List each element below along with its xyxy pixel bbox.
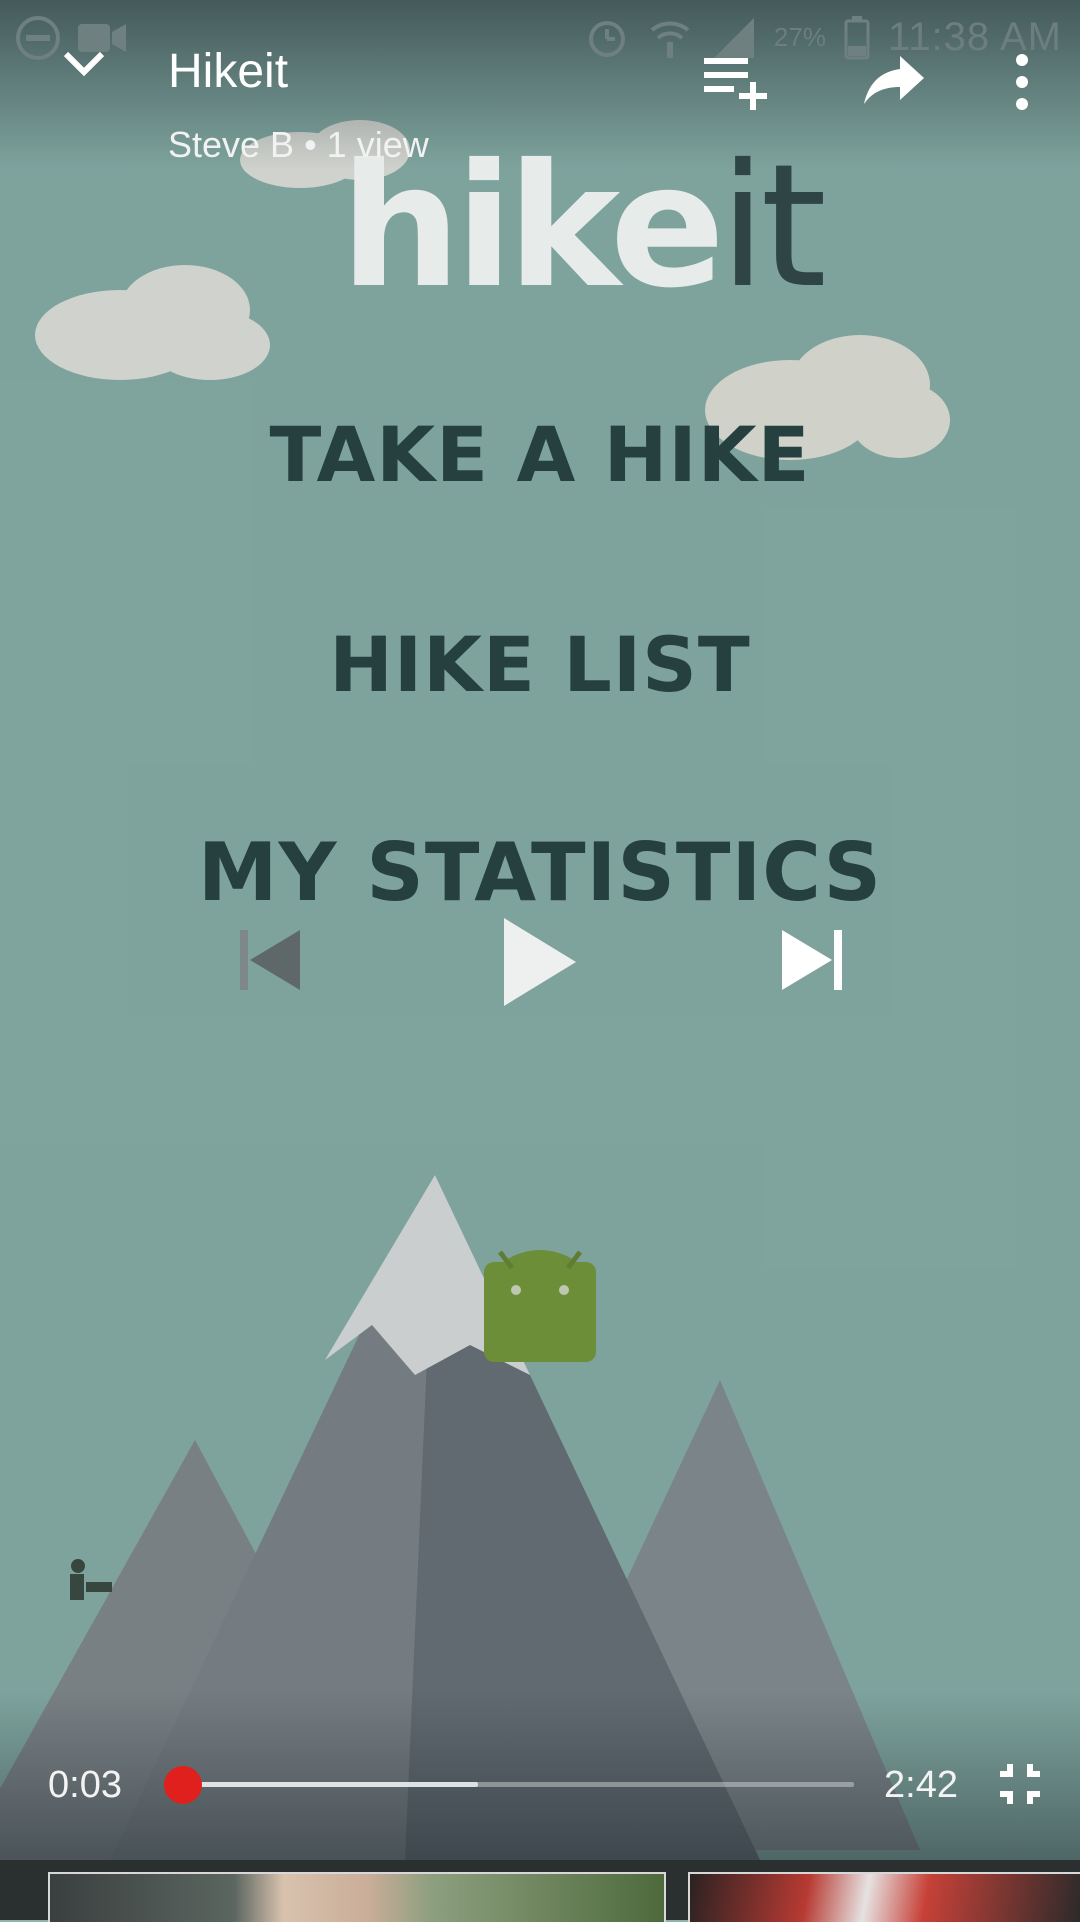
play-icon xyxy=(504,918,576,1006)
collapse-player-button[interactable] xyxy=(52,36,116,92)
alarm-icon xyxy=(588,21,625,57)
video-title: Hikeit xyxy=(168,45,289,98)
seek-thumb[interactable] xyxy=(163,1766,202,1804)
exit-fullscreen-button[interactable] xyxy=(996,1760,1044,1808)
related-video-thumbnail[interactable] xyxy=(48,1872,666,1922)
exit-fullscreen-icon xyxy=(1000,1764,1040,1804)
video-meta: Steve B • 1 view xyxy=(168,124,429,165)
related-video-thumbnail[interactable] xyxy=(688,1872,1080,1922)
add-to-queue-icon xyxy=(704,58,767,110)
share-icon xyxy=(864,56,924,104)
frame-menu-hike-list: HIKE LIST xyxy=(329,620,751,709)
total-time: 2:42 xyxy=(884,1764,958,1806)
wifi-icon xyxy=(650,21,690,58)
add-to-queue-button[interactable] xyxy=(700,52,772,112)
frame-menu-my-statistics: MY STATISTICS xyxy=(197,826,883,919)
skip-previous-icon xyxy=(240,930,300,990)
previous-video-button[interactable] xyxy=(238,928,302,992)
skip-next-icon xyxy=(782,930,842,990)
chevron-down-icon xyxy=(63,51,105,77)
next-video-button[interactable] xyxy=(780,928,844,992)
logo-suffix-text: it xyxy=(719,128,827,326)
seek-buffered xyxy=(170,1782,478,1787)
frame-menu-take-a-hike: TAKE A HIKE xyxy=(269,410,811,499)
status-right-icons: 27% 11:38 AM xyxy=(584,14,1062,60)
battery-percent: 27% xyxy=(773,21,826,52)
play-button[interactable] xyxy=(500,916,580,1008)
share-button[interactable] xyxy=(862,52,928,108)
more-vert-icon xyxy=(1016,54,1028,110)
current-time: 0:03 xyxy=(48,1764,122,1806)
more-options-button[interactable] xyxy=(1004,50,1040,114)
seek-bar[interactable] xyxy=(163,1766,854,1804)
